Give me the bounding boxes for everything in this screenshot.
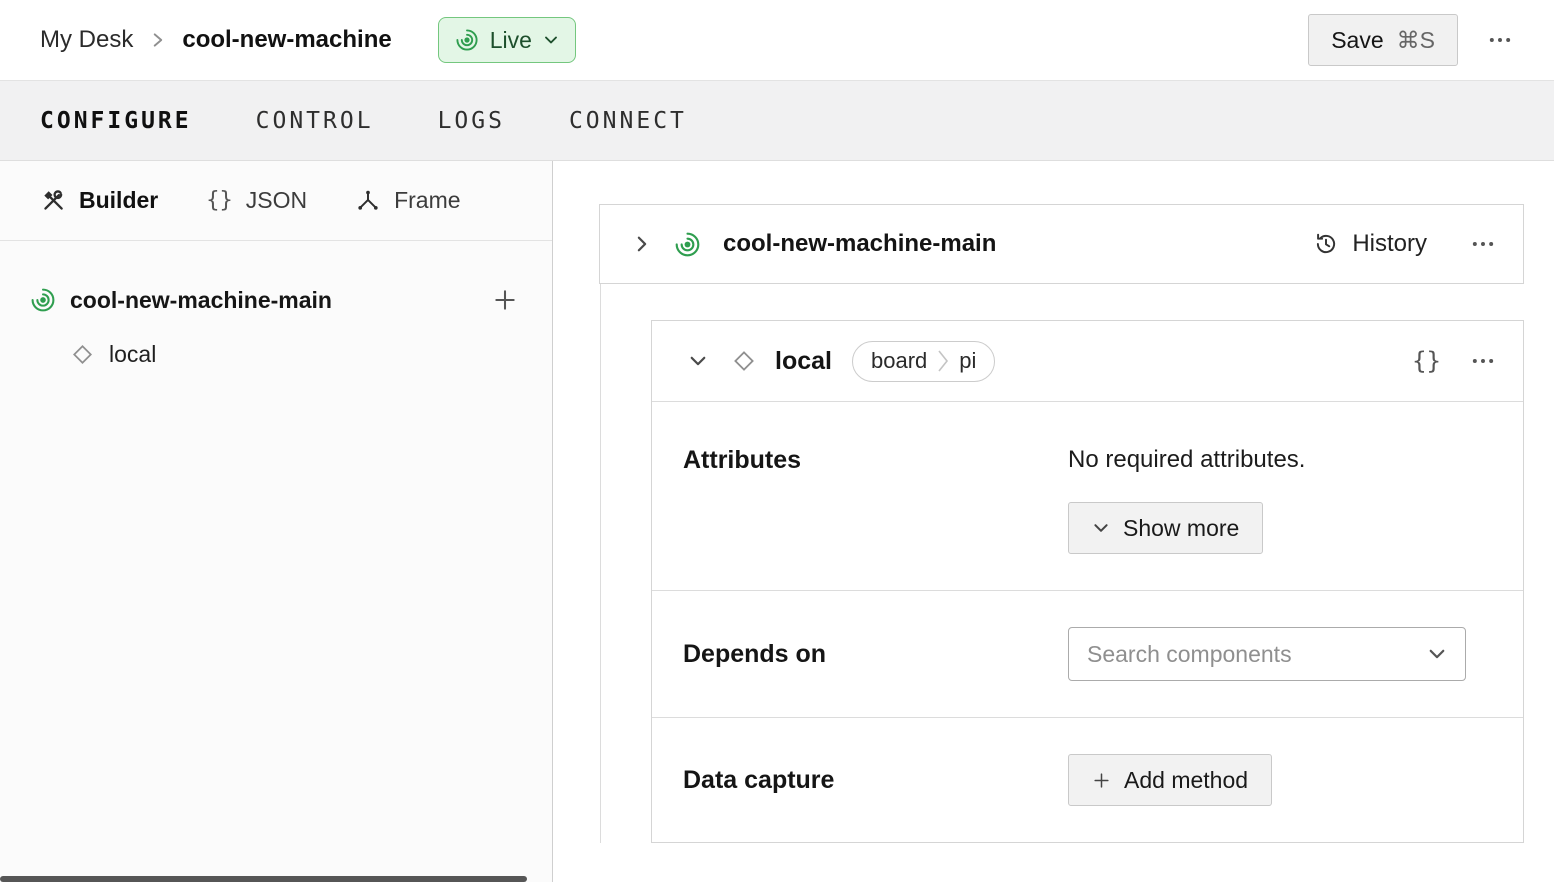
component-type-badge: board pi bbox=[852, 341, 995, 382]
component-diamond-icon bbox=[732, 349, 756, 373]
part-children-group: local board pi {} bbox=[600, 284, 1524, 843]
data-capture-label: Data capture bbox=[683, 766, 1068, 795]
view-tab-builder[interactable]: Builder bbox=[40, 187, 158, 214]
machine-part-tree: cool-new-machine-main local bbox=[0, 241, 552, 382]
history-button[interactable]: History bbox=[1313, 230, 1427, 258]
tree-local-label: local bbox=[109, 341, 156, 368]
show-more-label: Show more bbox=[1123, 515, 1239, 542]
history-clock-icon bbox=[1313, 231, 1339, 257]
machine-nav-tabs: CONFIGURE CONTROL LOGS CONNECT bbox=[0, 81, 1554, 161]
add-component-button[interactable] bbox=[492, 287, 518, 313]
component-type: board bbox=[853, 348, 935, 374]
tab-logs[interactable]: LOGS bbox=[438, 108, 505, 134]
chevron-down-icon bbox=[1092, 519, 1110, 537]
sidebar-horizontal-scrollbar[interactable] bbox=[0, 876, 527, 882]
part-overflow-menu-button[interactable] bbox=[1469, 230, 1497, 258]
part-online-icon bbox=[30, 287, 56, 313]
save-button-label: Save bbox=[1331, 27, 1383, 54]
part-card-title: cool-new-machine-main bbox=[723, 230, 1313, 258]
component-diamond-icon bbox=[71, 343, 94, 366]
configure-body: Builder {} JSON Frame bbox=[0, 161, 1554, 882]
depends-on-select[interactable]: Search components bbox=[1068, 627, 1466, 681]
view-tab-builder-label: Builder bbox=[79, 187, 158, 214]
top-header: My Desk cool-new-machine Live Save ⌘S bbox=[0, 0, 1554, 81]
depends-on-section: Depends on Search components bbox=[652, 590, 1523, 717]
part-online-icon bbox=[674, 231, 701, 258]
local-component-card: local board pi {} bbox=[651, 320, 1524, 843]
tab-connect[interactable]: CONNECT bbox=[569, 108, 687, 134]
chevron-down-icon[interactable] bbox=[688, 351, 708, 371]
header-overflow-menu-button[interactable] bbox=[1486, 26, 1514, 54]
component-card-header: local board pi {} bbox=[652, 321, 1523, 401]
machine-online-icon bbox=[455, 28, 479, 52]
configure-sidebar: Builder {} JSON Frame bbox=[0, 161, 553, 882]
add-method-label: Add method bbox=[1124, 767, 1248, 794]
breadcrumb-separator-icon bbox=[150, 28, 165, 52]
history-button-label: History bbox=[1352, 230, 1427, 258]
show-more-button[interactable]: Show more bbox=[1068, 502, 1263, 554]
view-tab-json[interactable]: {} JSON bbox=[206, 187, 307, 214]
json-braces-icon: {} bbox=[206, 188, 233, 213]
chevron-right-icon[interactable] bbox=[632, 234, 652, 254]
tree-item-local-component[interactable]: local bbox=[0, 326, 552, 382]
live-status-label: Live bbox=[490, 27, 532, 54]
frame-axes-icon bbox=[355, 188, 381, 214]
attributes-content: No required attributes. Show more bbox=[1068, 446, 1305, 554]
save-button[interactable]: Save ⌘S bbox=[1308, 14, 1458, 66]
data-capture-section: Data capture Add method bbox=[652, 717, 1523, 842]
builder-tools-icon bbox=[40, 188, 66, 214]
header-actions: Save ⌘S bbox=[1308, 14, 1514, 66]
attributes-section: Attributes No required attributes. Show … bbox=[652, 401, 1523, 590]
view-tab-frame[interactable]: Frame bbox=[355, 187, 460, 214]
breadcrumb: My Desk cool-new-machine bbox=[40, 26, 392, 54]
tab-control[interactable]: CONTROL bbox=[256, 108, 374, 134]
machine-part-card: cool-new-machine-main History bbox=[599, 204, 1524, 284]
tree-item-main-part[interactable]: cool-new-machine-main bbox=[0, 274, 552, 326]
attributes-label: Attributes bbox=[683, 446, 1068, 475]
chevron-down-icon bbox=[1427, 644, 1447, 664]
component-overflow-menu-button[interactable] bbox=[1469, 347, 1497, 375]
plus-icon bbox=[1092, 771, 1111, 790]
breadcrumb-machine-name: cool-new-machine bbox=[182, 26, 391, 54]
component-json-icon[interactable]: {} bbox=[1412, 347, 1441, 375]
config-view-switcher: Builder {} JSON Frame bbox=[0, 161, 552, 241]
tree-main-part-label: cool-new-machine-main bbox=[70, 287, 478, 314]
component-model: pi bbox=[951, 348, 994, 374]
configure-main-panel: cool-new-machine-main History bbox=[553, 161, 1554, 882]
breadcrumb-root-link[interactable]: My Desk bbox=[40, 26, 133, 54]
live-status-dropdown[interactable]: Live bbox=[438, 17, 576, 63]
depends-on-label: Depends on bbox=[683, 640, 1068, 669]
save-shortcut-hint: ⌘S bbox=[1397, 27, 1435, 54]
tab-configure[interactable]: CONFIGURE bbox=[40, 108, 192, 134]
view-tab-frame-label: Frame bbox=[394, 187, 460, 214]
component-header-actions: {} bbox=[1412, 347, 1497, 375]
chevron-down-icon bbox=[543, 32, 559, 48]
depends-on-placeholder: Search components bbox=[1087, 641, 1427, 668]
attributes-empty-text: No required attributes. bbox=[1068, 446, 1305, 474]
add-method-button[interactable]: Add method bbox=[1068, 754, 1272, 806]
view-tab-json-label: JSON bbox=[246, 187, 307, 214]
component-name: local bbox=[775, 347, 832, 376]
badge-separator-icon bbox=[935, 347, 951, 375]
